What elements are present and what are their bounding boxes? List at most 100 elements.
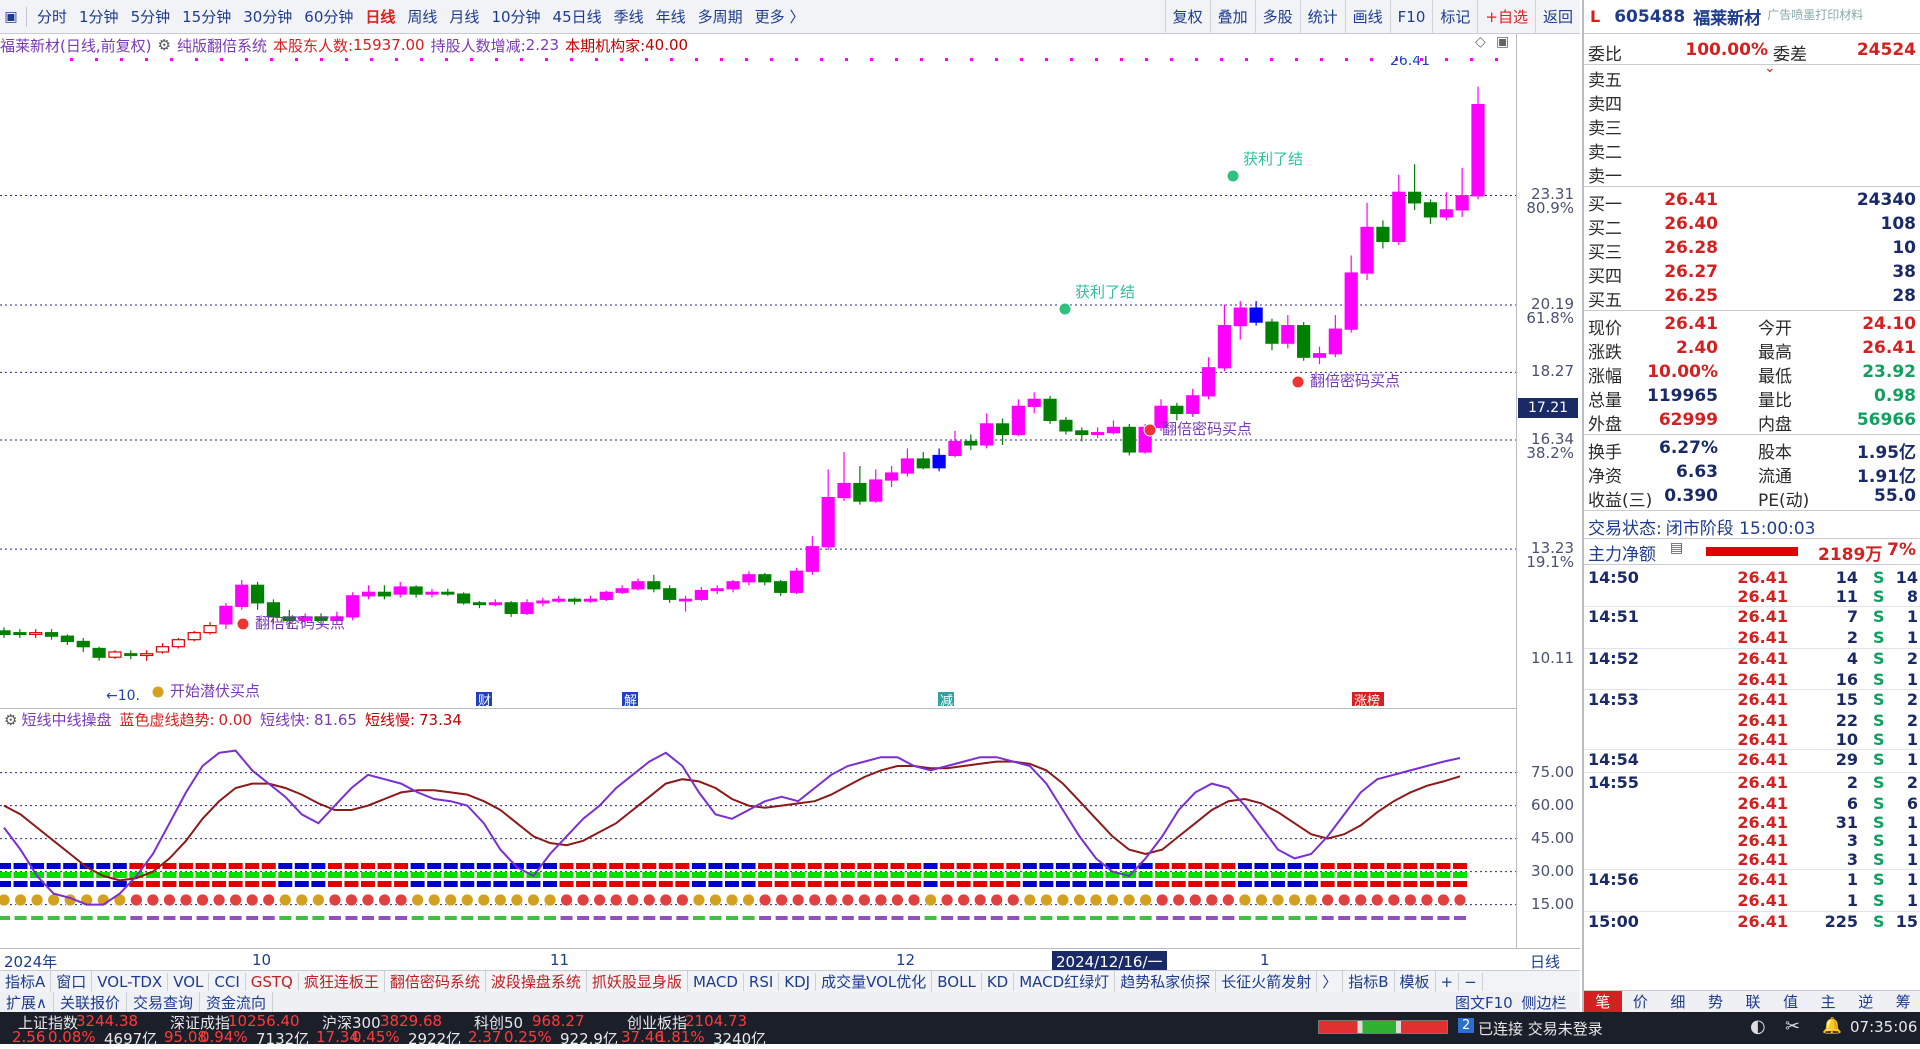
candle xyxy=(664,585,676,603)
strip-cell xyxy=(791,881,805,887)
quote-tab[interactable]: 值 xyxy=(1772,991,1810,1012)
quote-tab[interactable]: 势 xyxy=(1697,991,1735,1012)
quote-tab[interactable]: 主 xyxy=(1809,991,1847,1012)
indicator-tab[interactable]: VOL xyxy=(168,973,209,991)
signal-diamond-icon xyxy=(1227,170,1239,182)
indicator-tab[interactable]: 成交量VOL优化 xyxy=(816,971,932,992)
oscillator-chart[interactable] xyxy=(0,730,1516,948)
bottom-tab[interactable]: 关联报价 xyxy=(54,992,127,1013)
period-tab[interactable]: 60分钟 xyxy=(298,6,359,27)
indicator-tab[interactable]: BOLL xyxy=(932,973,982,991)
strip-cell xyxy=(361,863,375,869)
indicator-tab[interactable]: 窗口 xyxy=(51,971,92,992)
toolbar-button[interactable]: +自选 xyxy=(1477,0,1535,34)
indicator-tab[interactable]: 波段操盘系统 xyxy=(486,971,587,992)
period-tab[interactable]: 45日线 xyxy=(547,6,608,27)
indicator-tab[interactable]: 趋势私家侦探 xyxy=(1115,971,1216,992)
row-value: 6.27% xyxy=(1659,438,1718,458)
diamond-icon[interactable]: ◇ xyxy=(1475,34,1486,50)
tick-s: S xyxy=(1873,831,1885,850)
sub-settings-icon[interactable]: ⚙ xyxy=(4,711,17,729)
indicator-tab[interactable]: 长征火箭发射 xyxy=(1216,971,1317,992)
indicator-tab[interactable]: MACD xyxy=(688,973,744,991)
toolbar-button[interactable]: 标记 xyxy=(1432,0,1477,34)
sidebar-tab[interactable]: 侧边栏 xyxy=(1522,994,1567,1012)
signal-diamond-icon xyxy=(1144,424,1156,436)
f10-tab[interactable]: 图文F10 xyxy=(1455,994,1513,1012)
period-tab[interactable]: 日线 xyxy=(359,6,401,27)
signal-coin-icon xyxy=(1123,894,1135,906)
period-tab[interactable]: 15分钟 xyxy=(176,6,237,27)
indicator-tab[interactable]: − xyxy=(1459,973,1483,991)
toolbar-button[interactable]: 多股 xyxy=(1255,0,1300,34)
strip-cell xyxy=(609,863,623,869)
period-tab[interactable]: 分时 xyxy=(31,6,73,27)
toolbar-button[interactable]: 复权 xyxy=(1165,0,1210,34)
strip-bar xyxy=(312,916,324,920)
indicator-tab[interactable]: VOL-TDX xyxy=(92,973,168,991)
candle xyxy=(600,591,612,602)
tick-q: 7 xyxy=(1818,607,1858,626)
candle xyxy=(695,587,707,601)
indicator-tab[interactable]: 指标B xyxy=(1343,971,1394,992)
list-icon[interactable]: ▤ xyxy=(1670,540,1683,556)
l2-icon[interactable]: L xyxy=(1590,7,1600,26)
period-tab[interactable]: 周线 xyxy=(401,6,443,27)
indicator-tab[interactable]: GSTQ xyxy=(246,973,299,991)
period-tab[interactable]: 月线 xyxy=(443,6,485,27)
toolbar-button[interactable]: F10 xyxy=(1390,0,1433,34)
strip-cell xyxy=(1271,872,1285,878)
oscillator-axis: 75.0060.0045.0030.0015.00 xyxy=(1516,710,1580,948)
strip-bar xyxy=(858,916,870,920)
period-tab[interactable]: 1分钟 xyxy=(73,6,125,27)
indicator-tab[interactable]: 翻倍密码系统 xyxy=(385,971,486,992)
period-tab[interactable]: 多周期 xyxy=(692,6,749,27)
quote-tab[interactable]: 筹 xyxy=(1885,991,1920,1012)
period-tab[interactable]: 年线 xyxy=(650,6,692,27)
settings-icon[interactable]: ⚙ xyxy=(157,36,170,54)
strip-cell xyxy=(1453,872,1467,878)
indicator-tab[interactable]: MACD红绿灯 xyxy=(1014,971,1115,992)
window-icon[interactable]: ▣ xyxy=(1496,34,1509,50)
period-tab[interactable]: 30分钟 xyxy=(237,6,298,27)
quote-tab[interactable]: 细 xyxy=(1659,991,1697,1012)
period-tab[interactable]: 更多 〉 xyxy=(749,6,811,27)
quote-panel: L 605488 福莱新材 广告喷墨打印材料 委比100.00%委差24524⌄… xyxy=(1582,0,1920,1012)
indicator-tab[interactable]: CCI xyxy=(209,973,245,991)
conn-badge[interactable]: 2 xyxy=(1458,1018,1474,1033)
candlestick-chart[interactable]: 翻倍密码买点开始潜伏买点←10.翻倍密码买点翻倍密码买点获利了结获利了结26.4… xyxy=(0,56,1516,706)
indicator-tab[interactable]: 指标A xyxy=(0,971,51,992)
signal-dot xyxy=(395,58,398,61)
strip-cell xyxy=(1139,881,1153,887)
period-tab[interactable]: 10分钟 xyxy=(485,6,546,27)
toolbar-button[interactable]: 返回 xyxy=(1535,0,1580,34)
toolbar-button[interactable]: 统计 xyxy=(1300,0,1345,34)
quote-tab[interactable]: 价 xyxy=(1622,991,1660,1012)
indicator-tab[interactable]: 疯狂连板王 xyxy=(299,971,385,992)
date-year: 2024年 xyxy=(4,951,57,972)
quote-tab[interactable]: 联 xyxy=(1734,991,1772,1012)
strip-cell xyxy=(63,881,77,887)
indicator-tab[interactable]: KDJ xyxy=(779,973,816,991)
bell-icon[interactable]: 🔔 xyxy=(1822,1016,1842,1035)
bottom-tab[interactable]: 扩展∧ xyxy=(0,992,54,1013)
bottom-tab[interactable]: 资金流向 xyxy=(200,992,273,1013)
quote-tab[interactable]: 逆 xyxy=(1847,991,1885,1012)
menu-icon[interactable]: ▣ xyxy=(0,9,22,25)
period-tab[interactable]: 5分钟 xyxy=(125,6,177,27)
tools-icon[interactable]: ✂ xyxy=(1785,1016,1800,1037)
refresh-icon[interactable]: ◐ xyxy=(1750,1016,1766,1037)
strip-cell xyxy=(295,863,309,869)
strip-cell xyxy=(907,872,921,878)
indicator-tab[interactable]: 抓妖股显身版 xyxy=(587,971,688,992)
bottom-tab[interactable]: 交易查询 xyxy=(127,992,200,1013)
indicator-tab[interactable]: KD xyxy=(982,973,1014,991)
indicator-tab[interactable]: 模板 xyxy=(1395,971,1436,992)
indicator-tab[interactable]: RSI xyxy=(744,973,779,991)
toolbar-button[interactable]: 画线 xyxy=(1345,0,1390,34)
period-tab[interactable]: 季线 xyxy=(608,6,650,27)
indicator-tab[interactable]: + xyxy=(1436,973,1460,991)
indicator-tab[interactable]: 〉 xyxy=(1317,971,1343,992)
toolbar-button[interactable]: 叠加 xyxy=(1210,0,1255,34)
quote-tab[interactable]: 笔 xyxy=(1584,991,1622,1012)
